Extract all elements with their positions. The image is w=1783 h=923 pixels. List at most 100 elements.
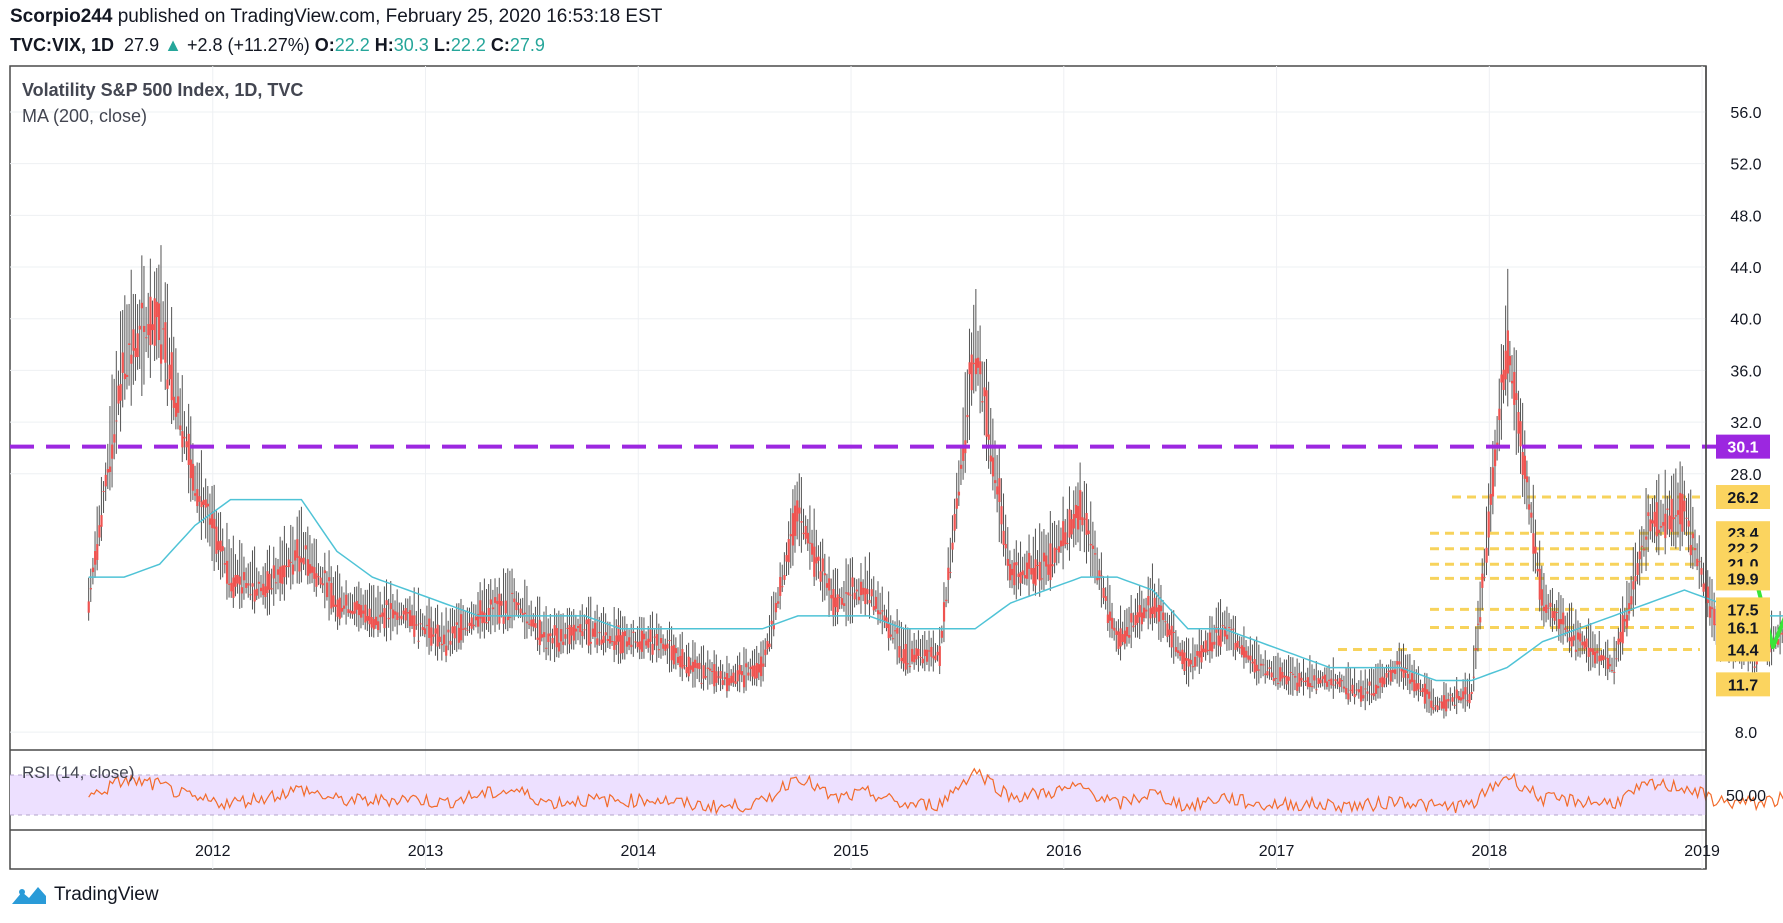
candle-body bbox=[1466, 700, 1469, 702]
candle-body bbox=[1674, 515, 1678, 517]
candle-body bbox=[1036, 565, 1039, 567]
candle-body bbox=[1672, 517, 1675, 520]
candle-body bbox=[653, 636, 656, 638]
candle-body bbox=[121, 352, 124, 373]
candle-body bbox=[1134, 615, 1137, 626]
chart-legend-title[interactable]: Volatility S&P 500 Index, 1D, TVC bbox=[22, 80, 303, 101]
ma-legend[interactable]: MA (200, close) bbox=[22, 106, 147, 127]
candle-body bbox=[1074, 504, 1078, 519]
candle-body bbox=[994, 480, 997, 484]
candle-body bbox=[589, 641, 592, 644]
candle-body bbox=[102, 491, 105, 493]
candle-body bbox=[1157, 604, 1161, 622]
candle-body bbox=[96, 544, 99, 560]
candle-body bbox=[1462, 691, 1465, 700]
candle-body bbox=[1355, 689, 1358, 691]
candle-body bbox=[313, 567, 316, 579]
candle-body bbox=[1253, 659, 1256, 673]
candle-body bbox=[947, 567, 950, 580]
rsi-legend[interactable]: RSI (14, close) bbox=[22, 763, 134, 783]
candle-body bbox=[145, 337, 148, 339]
time-tick-label: 2019 bbox=[1684, 843, 1720, 860]
candle-body bbox=[440, 643, 444, 646]
candle-body bbox=[1281, 671, 1284, 679]
time-tick-label: 2017 bbox=[1259, 843, 1295, 860]
candle-body bbox=[219, 540, 222, 552]
candle-body bbox=[1698, 561, 1701, 563]
rsi-tick-label: 50.00 bbox=[1726, 788, 1766, 805]
candle-body bbox=[919, 657, 922, 659]
candle-body bbox=[704, 676, 707, 678]
candle-body bbox=[464, 627, 467, 630]
candle-body bbox=[891, 638, 895, 640]
candle-body bbox=[311, 566, 314, 573]
candle-body bbox=[262, 583, 265, 596]
candle-body bbox=[355, 600, 358, 610]
candle-body bbox=[781, 586, 784, 588]
candle-body bbox=[591, 628, 595, 637]
candle-body bbox=[1581, 641, 1584, 646]
candle-body bbox=[115, 420, 118, 422]
candle-body bbox=[1196, 651, 1199, 656]
candle-body bbox=[1493, 449, 1497, 467]
candle-body bbox=[602, 635, 605, 643]
candle-body bbox=[228, 583, 231, 585]
candle-body bbox=[1345, 688, 1348, 695]
candle-body bbox=[1070, 519, 1073, 535]
candle-body bbox=[285, 565, 288, 567]
candle-body bbox=[1602, 655, 1605, 661]
candle-body bbox=[1349, 689, 1352, 691]
candle-body bbox=[1168, 629, 1171, 636]
candle-body bbox=[1083, 518, 1086, 520]
candle-body bbox=[359, 605, 363, 618]
candle-body bbox=[413, 615, 416, 637]
candle-body bbox=[1383, 678, 1386, 685]
candle-body bbox=[438, 636, 441, 642]
candle-body bbox=[417, 640, 420, 642]
candle-body bbox=[1521, 452, 1524, 475]
candle-body bbox=[1042, 552, 1046, 562]
candle-body bbox=[521, 613, 524, 615]
candle-body bbox=[1753, 666, 1756, 668]
candle-body bbox=[1034, 559, 1037, 586]
candle-body bbox=[1657, 529, 1661, 533]
candle-body bbox=[325, 582, 329, 598]
candle-body bbox=[1683, 500, 1686, 512]
candle-body bbox=[1323, 674, 1326, 683]
candle-body bbox=[1625, 614, 1629, 628]
candle-body bbox=[1511, 380, 1514, 384]
candle-body bbox=[1459, 697, 1463, 701]
candle-body bbox=[368, 608, 371, 625]
candle-body bbox=[496, 600, 499, 605]
candle-body bbox=[1119, 628, 1122, 647]
candle-body bbox=[864, 588, 867, 605]
price-tick-label: 36.0 bbox=[1730, 363, 1761, 380]
price-chart[interactable]: 56.0 52.0 48.0 44.0 40.0 36.0 32.0 28.0 8.0 30.1… bbox=[0, 0, 1783, 923]
candle-body bbox=[104, 474, 107, 487]
candle-body bbox=[1613, 671, 1616, 673]
candle-body bbox=[642, 633, 646, 640]
candle-body bbox=[340, 607, 344, 612]
footer-brand[interactable]: TradingView bbox=[10, 884, 159, 906]
candle-body bbox=[1608, 664, 1612, 667]
candle-body bbox=[1489, 493, 1492, 505]
candle-body bbox=[774, 603, 778, 613]
candle-body bbox=[1570, 636, 1573, 647]
candle-body bbox=[1202, 648, 1205, 653]
candle-body bbox=[300, 558, 303, 563]
candle-body bbox=[925, 649, 929, 662]
candle-body bbox=[328, 577, 331, 582]
candle-body bbox=[1191, 666, 1195, 668]
candle-body bbox=[1311, 685, 1314, 688]
candle-body bbox=[1066, 542, 1069, 544]
candle-body bbox=[294, 550, 297, 561]
time-tick-label: 2015 bbox=[833, 843, 869, 860]
candle-body bbox=[636, 642, 639, 648]
candle-body bbox=[1174, 647, 1178, 652]
candle-body bbox=[159, 344, 163, 364]
candle-body bbox=[1534, 546, 1537, 554]
candle-body bbox=[694, 659, 697, 668]
candle-body bbox=[259, 587, 263, 592]
candle-body bbox=[364, 604, 367, 623]
candle-body bbox=[613, 641, 616, 650]
